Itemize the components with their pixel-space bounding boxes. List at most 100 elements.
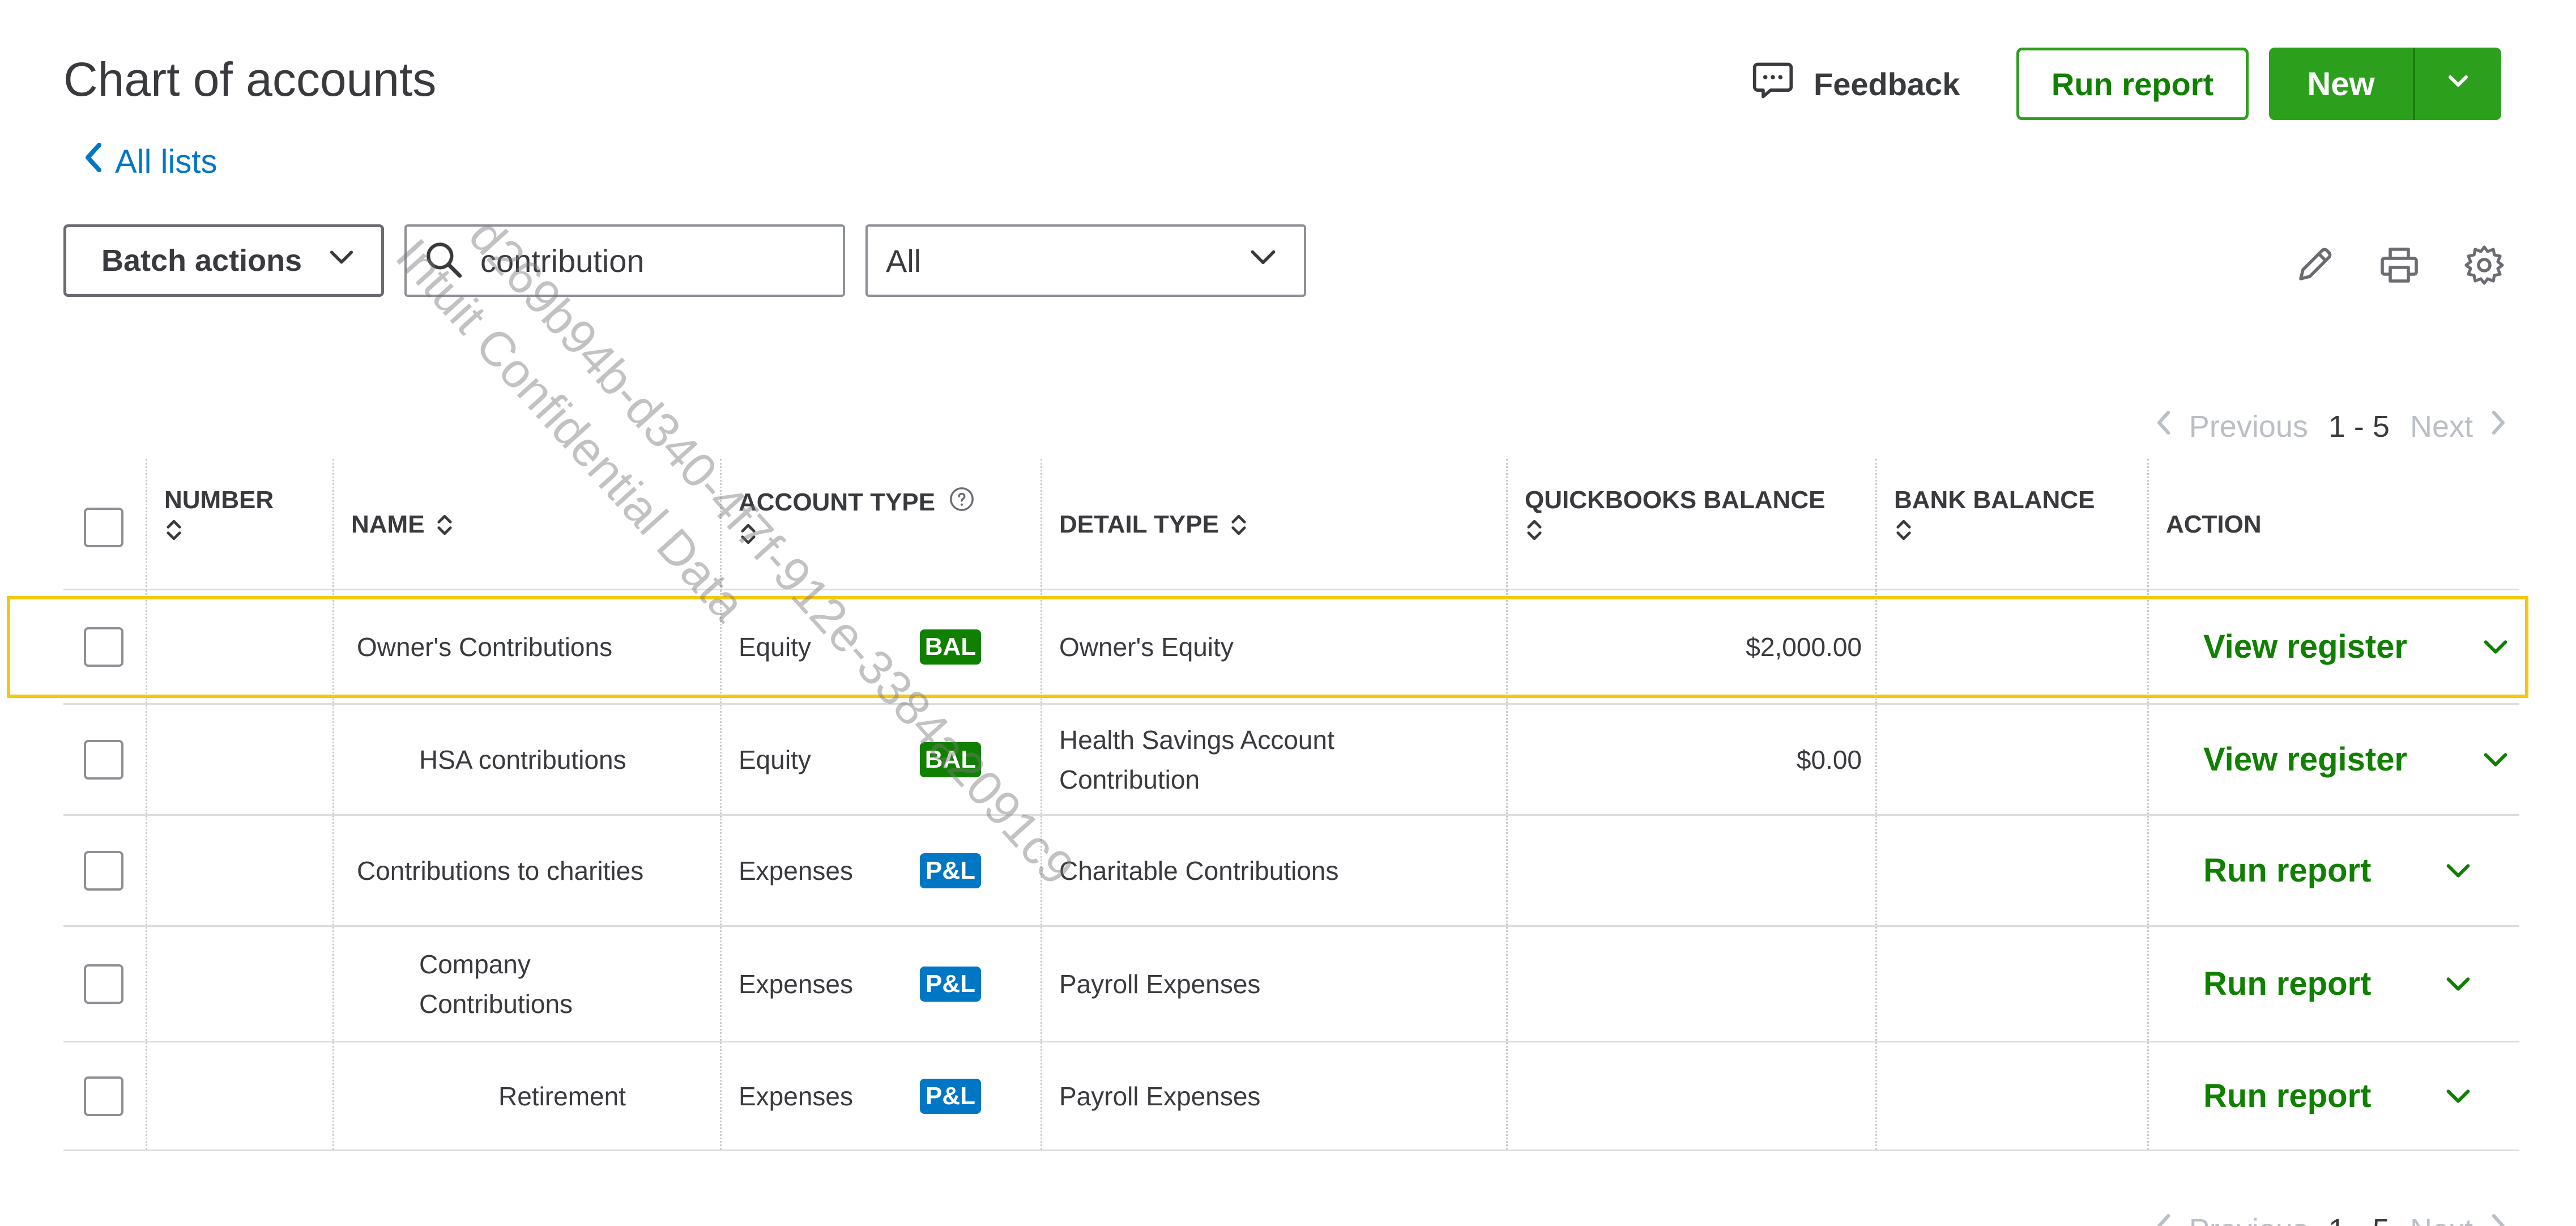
chevron-right-icon bbox=[2488, 408, 2508, 445]
row-checkbox[interactable] bbox=[84, 739, 123, 780]
cell-type: Expenses P&L bbox=[722, 1042, 1042, 1150]
cell-qb: $0.00 bbox=[1508, 705, 1877, 814]
detail-type-line: Owner's Equity bbox=[1059, 632, 1234, 662]
next-label: Next bbox=[2410, 1212, 2473, 1226]
all-lists-link[interactable]: All lists bbox=[82, 142, 217, 181]
cell-detail: Health Savings Account Contribution bbox=[1042, 705, 1508, 814]
row-checkbox[interactable] bbox=[84, 850, 123, 891]
printer-icon[interactable] bbox=[2377, 242, 2422, 288]
row-checkbox[interactable] bbox=[84, 964, 123, 1004]
table-header: NUMBER NAME ACCOUNT TYPE DETAIL TYPE QUI… bbox=[63, 459, 2519, 590]
header-select-all bbox=[63, 459, 147, 590]
run-report-button[interactable]: Run report bbox=[2016, 48, 2249, 120]
chevron-left-icon bbox=[82, 142, 105, 181]
previous-label: Previous bbox=[2189, 1212, 2308, 1226]
account-name-line: Owner's Contributions bbox=[357, 632, 613, 662]
speech-bubble-icon bbox=[1751, 59, 1794, 109]
account-name[interactable]: Contributions to charities bbox=[334, 851, 643, 891]
header-number[interactable]: NUMBER bbox=[147, 459, 334, 590]
chevron-right-icon bbox=[2488, 1211, 2508, 1226]
previous-page-button[interactable]: Previous bbox=[2154, 1211, 2308, 1226]
page-title: Chart of accounts bbox=[63, 53, 437, 106]
cell-bank bbox=[1877, 590, 2149, 703]
batch-actions-dropdown[interactable]: Batch actions bbox=[63, 224, 384, 297]
cell-bank bbox=[1877, 816, 2149, 925]
select-all-checkbox[interactable] bbox=[84, 508, 123, 547]
row-action-button[interactable]: Run report bbox=[2203, 1077, 2371, 1115]
cell-number bbox=[147, 1042, 334, 1150]
cell-name: HSA contributions bbox=[334, 705, 722, 814]
cell-name: Owner's Contributions bbox=[334, 590, 722, 703]
header-name[interactable]: NAME bbox=[334, 459, 722, 590]
account-name-line: Contributions to charities bbox=[357, 855, 644, 886]
cell-qb bbox=[1508, 816, 1877, 925]
account-name[interactable]: Company Contributions bbox=[334, 944, 573, 1024]
detail-type-line: Payroll Expenses bbox=[1059, 969, 1261, 999]
cell-type: Equity BAL bbox=[722, 705, 1042, 814]
page-range: 1 - 5 bbox=[2328, 1212, 2390, 1226]
sort-icon bbox=[435, 510, 454, 539]
table-body: Owner's Contributions Equity BAL Owner's Eq… bbox=[63, 590, 2519, 1151]
account-type: Expenses bbox=[739, 855, 854, 886]
pencil-icon[interactable] bbox=[2292, 242, 2337, 288]
report-type-badge: P&L bbox=[920, 966, 981, 1002]
row-checkbox[interactable] bbox=[84, 627, 123, 667]
sort-icon bbox=[1229, 510, 1248, 539]
cell-detail: Payroll Expenses bbox=[1042, 927, 1508, 1041]
pagination-bottom: Previous 1 - 5 Next bbox=[2154, 1211, 2508, 1226]
account-name[interactable]: Retirement bbox=[334, 1076, 626, 1116]
account-name-line: Contributions bbox=[419, 989, 573, 1019]
new-dropdown-button[interactable] bbox=[2415, 48, 2501, 120]
header-account-type[interactable]: ACCOUNT TYPE bbox=[722, 459, 1042, 590]
detail-type-line: Contribution bbox=[1059, 764, 1200, 794]
next-page-button[interactable]: Next bbox=[2410, 1211, 2508, 1226]
account-name[interactable]: HSA contributions bbox=[334, 740, 626, 780]
header-quickbooks-balance[interactable]: QUICKBOOKS BALANCE bbox=[1508, 459, 1877, 590]
search-input[interactable] bbox=[480, 242, 820, 279]
cell-number bbox=[147, 590, 334, 703]
page-range: 1 - 5 bbox=[2328, 409, 2390, 444]
chevron-down-icon bbox=[1247, 241, 1279, 280]
chevron-down-icon[interactable] bbox=[2443, 969, 2473, 1005]
cell-name: Retirement bbox=[334, 1042, 722, 1150]
header-bank-balance[interactable]: BANK BALANCE bbox=[1877, 459, 2149, 590]
new-button[interactable]: New bbox=[2269, 48, 2413, 120]
cell-type: Expenses P&L bbox=[722, 816, 1042, 925]
table-row: Contributions to charities Expenses P&L Cha… bbox=[63, 816, 2519, 927]
sort-icon bbox=[1894, 516, 1913, 544]
row-action-button[interactable]: View register bbox=[2203, 628, 2407, 666]
account-filter-select[interactable]: All bbox=[865, 224, 1306, 297]
account-name-line: Company bbox=[419, 949, 531, 979]
cell-select bbox=[63, 590, 147, 703]
detail-type: Charitable Contributions bbox=[1042, 851, 1339, 891]
chevron-down-icon[interactable] bbox=[2481, 632, 2510, 668]
account-type: Equity bbox=[739, 744, 811, 774]
chevron-down-icon[interactable] bbox=[2481, 745, 2510, 781]
cell-detail: Payroll Expenses bbox=[1042, 1042, 1508, 1150]
cell-select bbox=[63, 816, 147, 925]
cell-detail: Owner's Equity bbox=[1042, 590, 1508, 703]
cell-action: View register bbox=[2149, 590, 2519, 703]
account-name[interactable]: Owner's Contributions bbox=[334, 627, 612, 667]
cell-number bbox=[147, 705, 334, 814]
next-page-button[interactable]: Next bbox=[2410, 408, 2508, 445]
detail-type-line: Charitable Contributions bbox=[1059, 855, 1339, 886]
chevron-down-icon[interactable] bbox=[2443, 856, 2473, 892]
feedback-button[interactable]: Feedback bbox=[1751, 59, 1960, 109]
report-type-badge: BAL bbox=[920, 742, 981, 777]
sort-icon bbox=[739, 520, 758, 548]
row-action-button[interactable]: View register bbox=[2203, 740, 2407, 778]
new-button-group: New bbox=[2269, 48, 2501, 120]
cell-select bbox=[63, 1042, 147, 1150]
header-detail-type[interactable]: DETAIL TYPE bbox=[1042, 459, 1508, 590]
row-action-button[interactable]: Run report bbox=[2203, 965, 2371, 1003]
row-action-button[interactable]: Run report bbox=[2203, 852, 2371, 889]
cell-action: View register bbox=[2149, 705, 2519, 814]
help-icon[interactable] bbox=[949, 486, 975, 518]
previous-page-button[interactable]: Previous bbox=[2154, 408, 2308, 445]
search-icon bbox=[423, 239, 464, 283]
detail-type-line: Health Savings Account bbox=[1059, 725, 1334, 755]
gear-icon[interactable] bbox=[2462, 242, 2507, 288]
row-checkbox[interactable] bbox=[84, 1076, 123, 1116]
chevron-down-icon[interactable] bbox=[2443, 1082, 2473, 1117]
